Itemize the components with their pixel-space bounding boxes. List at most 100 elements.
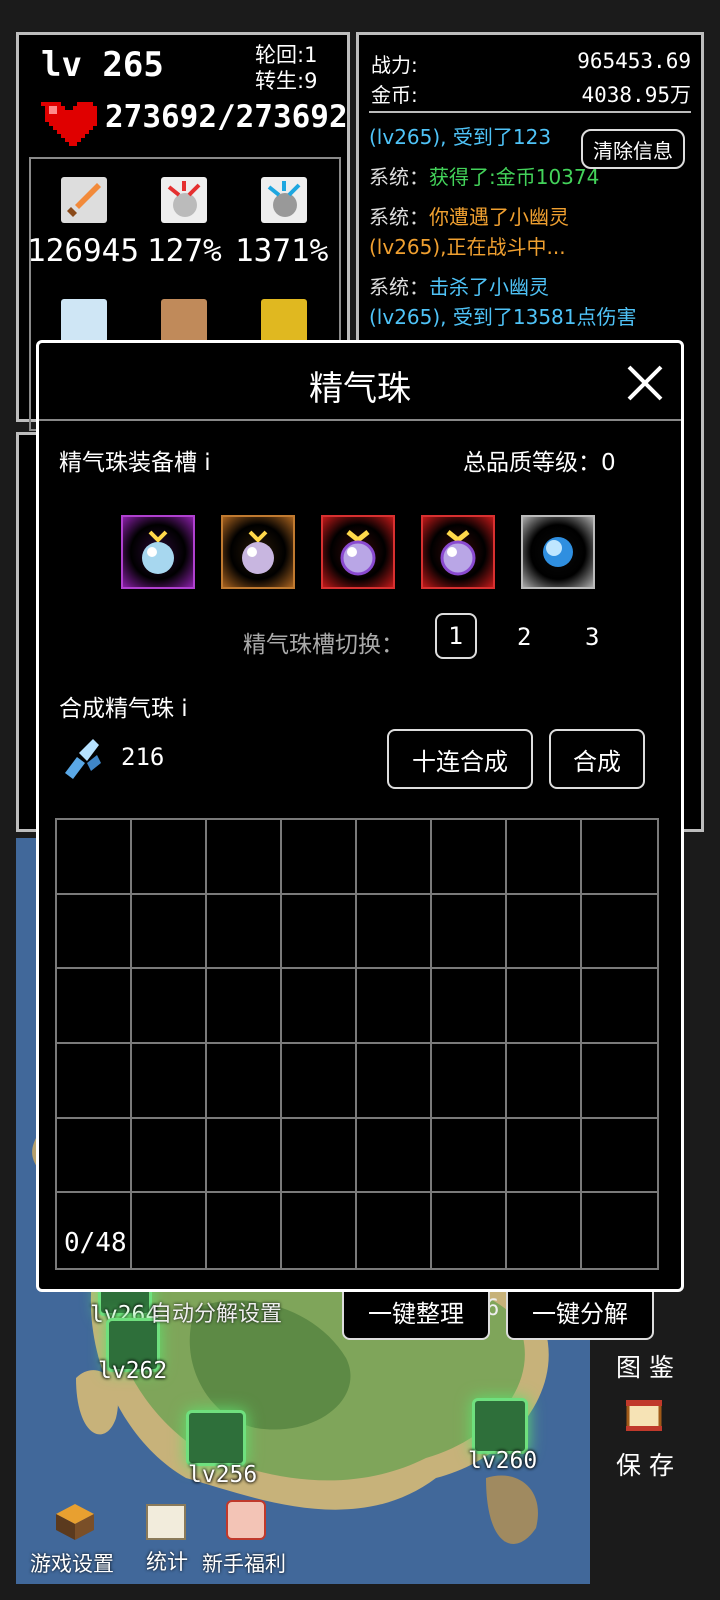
inventory-cell[interactable] — [507, 969, 582, 1044]
inventory-cell[interactable] — [57, 820, 132, 895]
power-label: 战力: — [371, 53, 418, 77]
inventory-cell[interactable] — [432, 894, 507, 970]
settings-icon — [54, 1502, 96, 1542]
scroll-icon — [186, 1410, 246, 1466]
sword-icon — [61, 177, 107, 223]
player-level: lv 265 — [41, 45, 164, 85]
inventory-cell[interactable] — [582, 1119, 657, 1194]
chest-icon — [624, 1394, 664, 1434]
inventory-cell[interactable] — [57, 1043, 132, 1119]
orb-slot[interactable] — [221, 515, 295, 589]
inventory-cell[interactable] — [357, 1118, 432, 1194]
inventory-cell[interactable] — [207, 894, 282, 970]
power-value: 965453.69 — [577, 49, 691, 73]
inventory-cell[interactable] — [357, 1193, 432, 1268]
inventory-cell[interactable] — [432, 1043, 507, 1119]
log-line: (lv265), 受到了123 — [369, 125, 552, 149]
save-button[interactable]: 保 存 — [616, 1446, 674, 1482]
inventory-cell[interactable] — [507, 1043, 582, 1119]
log-line: (lv265),正在战斗中... — [369, 235, 566, 259]
inventory-cell[interactable] — [507, 1193, 582, 1268]
inventory-cell[interactable] — [507, 820, 582, 895]
inventory-cell[interactable] — [507, 894, 582, 970]
log-prefix: 系统： — [369, 205, 429, 229]
inventory-cell[interactable] — [282, 969, 357, 1044]
map-marker-lv260[interactable]: lv260 — [468, 1398, 537, 1476]
inventory-cell[interactable] — [432, 1193, 507, 1268]
slot-switch-2[interactable]: 2 — [517, 623, 531, 651]
inventory-cell[interactable] — [357, 1043, 432, 1119]
gift-icon — [226, 1500, 266, 1540]
stats-icon — [146, 1504, 186, 1540]
map-marker-lv262[interactable]: lv262 — [98, 1318, 167, 1396]
inventory-cell[interactable] — [282, 820, 357, 895]
inventory-cell[interactable] — [207, 820, 282, 895]
orb-slot[interactable] — [321, 515, 395, 589]
inventory-cell[interactable] — [357, 894, 432, 970]
auto-decompose-setting[interactable]: 自动分解设置 — [150, 1296, 282, 1328]
inventory-cell[interactable] — [132, 1118, 207, 1194]
combine-section-title[interactable]: 合成精气珠 i — [59, 689, 188, 723]
inventory-cell[interactable] — [207, 969, 282, 1044]
orb-icon — [142, 530, 174, 574]
heart-icon — [41, 102, 97, 146]
inventory-cell[interactable] — [582, 1193, 657, 1268]
inventory-cell[interactable] — [582, 1044, 657, 1119]
combine-button[interactable]: 合成 — [549, 729, 645, 789]
total-quality: 总品质等级：0 — [463, 450, 616, 476]
inventory-cell[interactable] — [282, 1193, 357, 1268]
codex-button[interactable]: 图 鉴 — [616, 1348, 674, 1384]
combine-10-button[interactable]: 十连合成 — [387, 729, 533, 789]
divider — [369, 111, 691, 113]
slot-switch-3[interactable]: 3 — [585, 623, 599, 651]
orb-slot[interactable] — [121, 515, 195, 589]
side-menu: 图 鉴 保 存 — [596, 1340, 696, 1500]
crit-damage-icon — [261, 177, 307, 223]
inventory-cell[interactable] — [282, 1118, 357, 1194]
inventory-capacity: 0/48 — [64, 1228, 127, 1258]
inventory-cell[interactable] — [207, 1043, 282, 1119]
stats-button[interactable]: 统计 — [146, 1546, 188, 1576]
slot-section-title[interactable]: 精气珠装备槽 i — [59, 443, 211, 477]
inventory-cell[interactable] — [132, 1193, 207, 1268]
game-settings-button[interactable]: 游戏设置 — [30, 1548, 114, 1578]
orb-slot[interactable] — [521, 515, 595, 589]
inventory-cell[interactable] — [432, 969, 507, 1044]
inventory-cell[interactable] — [57, 969, 132, 1044]
slot-switch-label: 精气珠槽切换： — [243, 632, 404, 658]
inventory-cell[interactable] — [582, 969, 657, 1044]
crit-rate-icon — [161, 177, 207, 223]
inventory-cell[interactable] — [207, 1118, 282, 1194]
close-icon[interactable] — [625, 363, 665, 403]
newbie-welfare-button[interactable]: 新手福利 — [202, 1548, 286, 1578]
dialog-divider — [39, 419, 681, 421]
inventory-cell[interactable] — [132, 820, 207, 895]
log-line: 系统：你遭遇了小幽灵 — [369, 205, 569, 229]
map-marker-lv256[interactable]: lv256 — [184, 1410, 257, 1488]
inventory-cell[interactable] — [582, 820, 657, 895]
slot-switch-1[interactable]: 1 — [435, 613, 477, 659]
inventory-cell[interactable] — [207, 1193, 282, 1268]
inventory-cell[interactable] — [357, 820, 432, 895]
orb-icon — [340, 530, 376, 576]
inventory-cell[interactable] — [432, 820, 507, 895]
inventory-cell[interactable] — [282, 894, 357, 970]
log-line: 系统：获得了:金币10374 — [369, 165, 600, 189]
crit-rate-value: 127% — [147, 233, 222, 269]
inventory-cell[interactable] — [432, 1118, 507, 1194]
inventory-cell[interactable] — [57, 894, 132, 970]
gold-value: 4038.95万 — [581, 83, 691, 107]
inventory-cell[interactable] — [357, 969, 432, 1044]
inventory-cell[interactable] — [507, 1118, 582, 1194]
inventory-cell[interactable] — [57, 1118, 132, 1194]
inventory-cell[interactable] — [132, 894, 207, 970]
inventory-cell[interactable] — [582, 895, 657, 970]
orb-icon — [242, 530, 274, 574]
inventory-cell[interactable] — [132, 969, 207, 1044]
inventory-cell[interactable] — [282, 1043, 357, 1119]
orb-slot[interactable] — [421, 515, 495, 589]
orb-icon — [440, 530, 476, 576]
gold-medal-icon — [261, 299, 307, 345]
log-prefix: 系统： — [369, 165, 429, 189]
inventory-cell[interactable] — [132, 1043, 207, 1119]
